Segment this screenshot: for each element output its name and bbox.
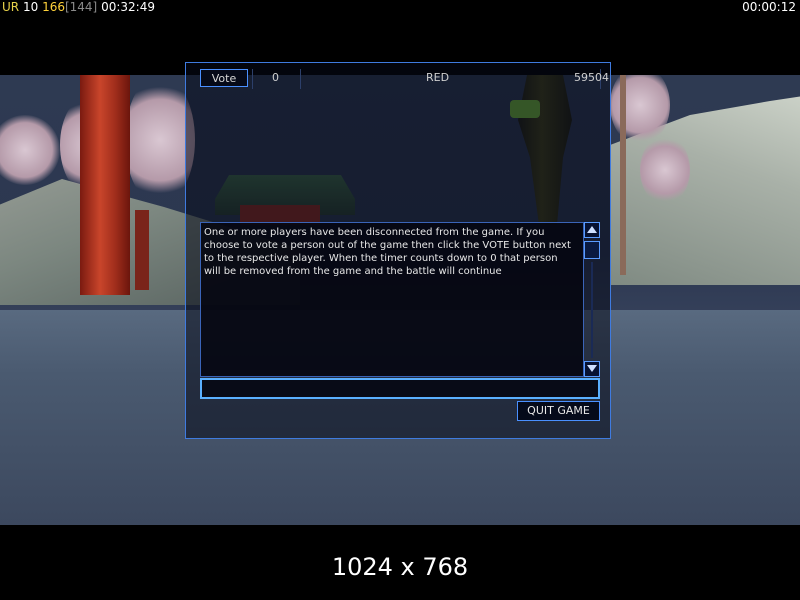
- bottom-bar: 1024 x 768: [0, 525, 800, 600]
- vote-count: 0: [272, 71, 279, 84]
- scroll-down-button[interactable]: [584, 361, 600, 377]
- scroll-up-button[interactable]: [584, 222, 600, 238]
- scroll-track: [591, 262, 593, 358]
- triangle-down-icon: [587, 365, 597, 372]
- scroll-thumb[interactable]: [584, 241, 600, 259]
- scene-post-right: [620, 75, 626, 275]
- scene-blossom-tree: [0, 115, 60, 185]
- hud-score: 166: [42, 0, 65, 14]
- scene-blossom-tree: [640, 135, 690, 205]
- resolution-caption: 1024 x 768: [331, 553, 469, 581]
- player-team: RED: [426, 71, 450, 84]
- hud-elapsed-time: 00:32:49: [101, 0, 155, 14]
- hud-team-code: UR: [2, 0, 20, 14]
- disconnect-vote-dialog: Vote 0 RED 59504 One or more players hav…: [185, 62, 611, 439]
- hud-countdown: 00:00:12: [742, 0, 796, 14]
- vote-button[interactable]: Vote: [200, 69, 248, 87]
- disconnect-message: One or more players have been disconnect…: [204, 227, 571, 277]
- message-box: One or more players have been disconnect…: [200, 222, 584, 377]
- message-scrollbar[interactable]: [584, 222, 600, 377]
- column-divider: [300, 69, 301, 89]
- chat-input[interactable]: [200, 378, 600, 399]
- scene-red-post: [135, 210, 149, 290]
- quit-game-button[interactable]: QUIT GAME: [517, 401, 600, 421]
- column-divider: [252, 69, 253, 89]
- hud-kills: 10: [22, 0, 39, 14]
- player-vote-row: Vote 0 RED 59504: [200, 69, 609, 89]
- hud-stats: UR 10 166[144] 00:32:49: [2, 0, 155, 14]
- player-score: 59504: [574, 71, 609, 84]
- triangle-up-icon: [587, 226, 597, 233]
- hud-score-bracket: [144]: [64, 0, 98, 14]
- scene-red-pillar: [80, 75, 130, 295]
